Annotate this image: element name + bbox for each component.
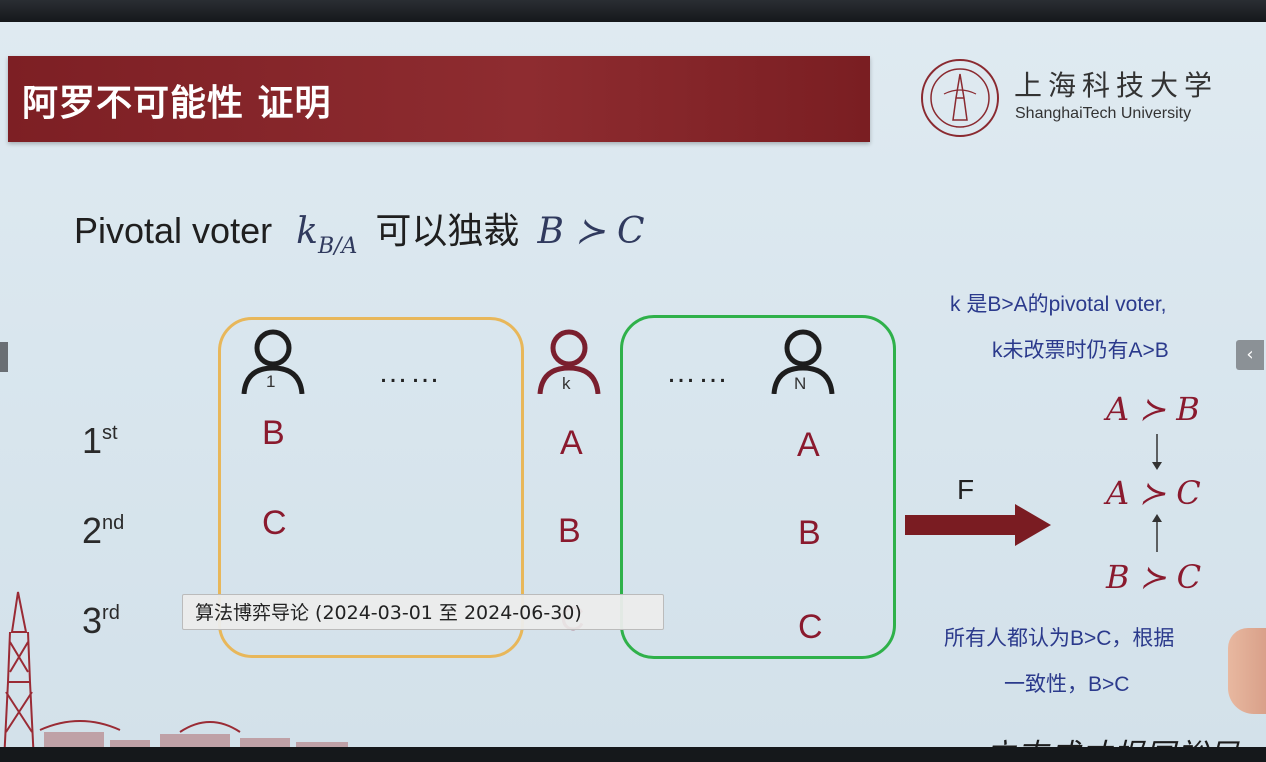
slide-title-bar: 阿罗不可能性 证明: [8, 56, 870, 142]
rank-2-label: 2nd: [82, 510, 125, 551]
relation-a-b: A ≻ B: [1106, 390, 1200, 428]
rank-1-label: 1st: [82, 420, 118, 461]
subtitle-relation: B ≻ C: [537, 211, 645, 252]
groupn-pref-2: B: [798, 514, 821, 552]
university-name-en: ShanghaiTech University: [1015, 105, 1192, 122]
slide-screen: 阿罗不可能性 证明 上海科技大学 ShanghaiTech University…: [0, 22, 1266, 747]
rank-3-label: 3rd: [82, 600, 120, 641]
monitor-bezel-top: [0, 0, 1266, 22]
slide-title: 阿罗不可能性 证明: [22, 83, 332, 124]
group1-pref-2: C: [262, 504, 287, 542]
down-arrow-icon: [1152, 434, 1162, 470]
university-name-cn: 上海科技大学: [1014, 69, 1219, 102]
prev-slide-handle[interactable]: [0, 342, 8, 372]
voter-1-label: 1: [266, 372, 276, 391]
subtitle-mid: 可以独裁: [375, 210, 520, 251]
conclusion-line1: 所有人都认为B>C，根据: [944, 627, 1175, 650]
next-panel-button[interactable]: ‹: [1236, 340, 1264, 370]
course-caption-overlay: 算法博弈导论 (2024-03-01 至 2024-06-30): [182, 594, 664, 630]
shanghaitech-logo-icon: [921, 59, 999, 137]
monitor-bezel-bottom: [0, 747, 1266, 762]
group1-pref-1: B: [262, 414, 285, 452]
pivotal-note-line2: k未改票时仍有A>B: [992, 339, 1169, 362]
voter-n-label: N: [794, 374, 807, 393]
groupn-pref-1: A: [797, 426, 820, 464]
pivotal-note-line1: k 是B>A的pivotal voter,: [950, 293, 1167, 316]
conclusion-line2: 一致性，B>C: [1004, 673, 1130, 696]
relation-a-c: A ≻ C: [1106, 474, 1201, 512]
k-pref-1: A: [560, 424, 583, 462]
k-pref-2: B: [558, 512, 581, 550]
university-slogan: 立志成才报国裕民: [985, 730, 1241, 747]
presenter-hand: [1228, 628, 1266, 714]
aggregation-arrow-icon: [905, 504, 1051, 546]
voter-k-label: k: [562, 374, 571, 393]
groupn-pref-3: C: [798, 608, 823, 646]
voters-ellipsis-left: ……: [378, 356, 442, 389]
subtitle-k-subscript: B/A: [317, 234, 358, 259]
slide-subtitle: Pivotal voter kB/A 可以独裁 B ≻ C: [74, 202, 645, 259]
up-arrow-icon: [1152, 514, 1162, 552]
relation-b-c: B ≻ C: [1106, 558, 1202, 596]
subtitle-prefix: Pivotal voter: [74, 210, 273, 251]
voters-ellipsis-right: ……: [666, 356, 730, 389]
subtitle-k: k: [296, 211, 318, 252]
